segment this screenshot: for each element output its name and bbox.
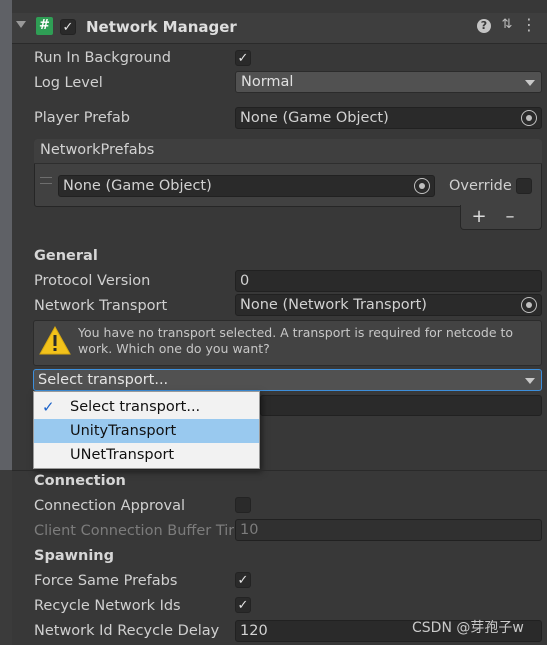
remove-button[interactable]: –	[496, 206, 524, 228]
player-prefab-field[interactable]: None (Game Object)	[235, 107, 542, 129]
network-transport-field[interactable]: None (Network Transport)	[235, 294, 542, 316]
drag-handle-icon[interactable]	[40, 177, 52, 184]
object-picker-icon[interactable]	[414, 178, 430, 194]
checkmark-icon: ✓	[42, 398, 55, 416]
menu-item-unet-transport[interactable]: UNetTransport	[34, 443, 259, 467]
object-picker-icon[interactable]	[521, 297, 537, 313]
run-in-background-checkbox[interactable]: ✓	[235, 50, 251, 66]
protocol-version-label: Protocol Version	[34, 273, 151, 289]
watermark: CSDN @芽孢子w	[412, 620, 524, 636]
select-transport-dropdown[interactable]: Select transport...	[33, 369, 542, 391]
hidden-field	[260, 395, 542, 416]
help-icon[interactable]: ?	[477, 19, 491, 33]
chevron-down-icon	[525, 80, 535, 86]
override-checkbox[interactable]	[516, 178, 532, 194]
recycle-delay-label: Network Id Recycle Delay	[34, 623, 220, 639]
network-transport-value: None (Network Transport)	[240, 297, 427, 313]
preset-sliders-icon[interactable]: ⇅	[499, 17, 515, 33]
component-title: Network Manager	[86, 18, 237, 36]
object-picker-icon[interactable]	[521, 110, 537, 126]
player-prefab-label: Player Prefab	[34, 110, 130, 126]
player-prefab-value: None (Game Object)	[240, 110, 389, 126]
connection-approval-label: Connection Approval	[34, 498, 185, 514]
client-connection-buffer-label: Client Connection Buffer Tir	[34, 523, 234, 539]
run-in-background-label: Run In Background	[34, 50, 171, 66]
force-same-prefabs-label: Force Same Prefabs	[34, 573, 178, 589]
log-level-dropdown[interactable]: Normal	[235, 71, 542, 93]
recycle-network-ids-label: Recycle Network Ids	[34, 598, 181, 614]
add-button[interactable]: +	[465, 206, 493, 228]
general-section-title: General	[34, 248, 98, 264]
foldout-arrow-icon[interactable]	[16, 21, 26, 28]
recycle-network-ids-checkbox[interactable]: ✓	[235, 597, 251, 613]
scene-strip-lower	[0, 470, 12, 645]
protocol-version-value: 0	[240, 273, 250, 289]
connection-approval-checkbox[interactable]	[235, 497, 251, 513]
warning-message: You have no transport selected. A transp…	[78, 325, 514, 356]
network-prefabs-header[interactable]: NetworkPrefabs	[34, 139, 542, 164]
network-prefabs-title: NetworkPrefabs	[40, 142, 155, 158]
connection-section-title: Connection	[34, 473, 126, 489]
network-transport-label: Network Transport	[34, 298, 168, 314]
spawning-section-title: Spawning	[34, 548, 114, 564]
component-enabled-checkbox[interactable]: ✓	[60, 19, 76, 35]
hash-script-icon: #	[36, 17, 53, 35]
select-transport-value: Select transport...	[38, 372, 169, 388]
kebab-menu-icon[interactable]: ⋮	[521, 17, 537, 33]
menu-item-select-transport[interactable]: ✓ Select transport...	[34, 395, 259, 419]
network-prefab-item-field[interactable]: None (Game Object)	[58, 175, 435, 197]
override-label: Override	[449, 178, 512, 194]
protocol-version-field[interactable]: 0	[235, 270, 542, 292]
recycle-delay-value: 120	[240, 623, 268, 639]
log-level-value: Normal	[241, 74, 294, 90]
log-level-label: Log Level	[34, 75, 103, 91]
client-connection-buffer-field: 10	[235, 519, 542, 541]
menu-item-unity-transport[interactable]: UnityTransport	[34, 419, 259, 443]
warning-icon	[39, 325, 71, 355]
force-same-prefabs-checkbox[interactable]: ✓	[235, 572, 251, 588]
chevron-down-icon	[525, 378, 535, 384]
client-connection-buffer-value: 10	[240, 522, 259, 538]
network-prefab-item-value: None (Game Object)	[63, 178, 212, 194]
